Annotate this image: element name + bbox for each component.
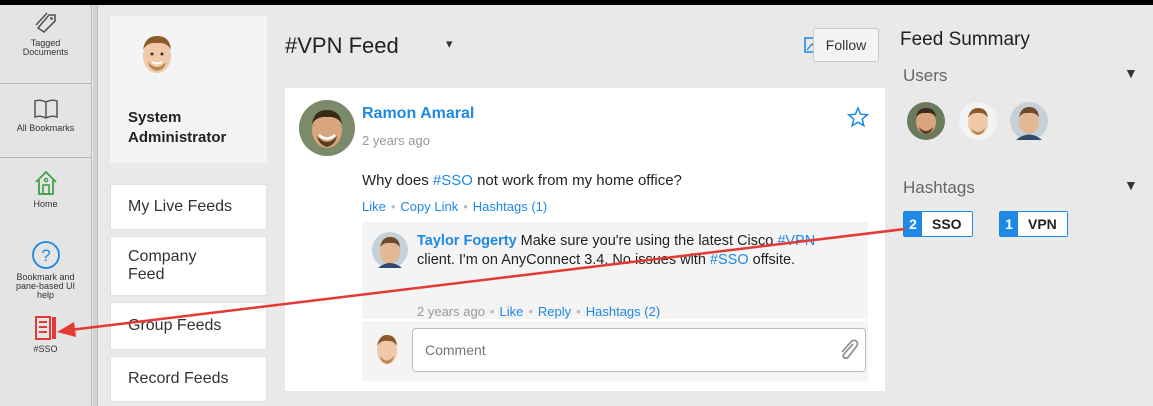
reply-body: client. I'm on AnyConnect 3.4. No issues… <box>417 252 710 268</box>
like-link[interactable]: Like <box>500 304 524 319</box>
rail-label: Home <box>33 199 58 209</box>
hashtag-count: 1 <box>1000 212 1018 236</box>
nav-label-line: Company <box>128 248 197 265</box>
hashtag-label: SSO <box>922 212 972 236</box>
left-rail: Tagged Documents All Bookmarks Home ? Bo… <box>0 5 92 406</box>
rail-item-all-bookmarks[interactable]: All Bookmarks <box>0 97 91 133</box>
help-icon: ? <box>31 241 60 269</box>
rail-label: #SSO <box>33 344 58 354</box>
feed-title[interactable]: #VPN Feed <box>285 33 399 59</box>
rail-item-sso-feed[interactable]: #SSO <box>0 314 91 354</box>
profile-card: System Administrator <box>110 16 267 163</box>
rail-item-tagged-documents[interactable]: Tagged Documents <box>0 10 91 57</box>
reply: Taylor Fogerty Make sure you're using th… <box>362 222 868 319</box>
post-author[interactable]: Ramon Amaral <box>362 105 474 123</box>
reply-body: offsite. <box>748 252 796 268</box>
nav-record-feeds[interactable]: Record Feeds <box>110 356 267 402</box>
avatar[interactable] <box>907 102 945 140</box>
nav-label: Record Feeds <box>128 370 229 387</box>
post-card: Ramon Amaral 2 years ago Why does #SSO n… <box>285 88 885 391</box>
book-icon <box>33 99 58 119</box>
avatar[interactable] <box>299 100 355 156</box>
post-text: Why does <box>362 172 433 189</box>
top-border <box>0 0 1153 5</box>
chevron-down-icon[interactable]: ▾ <box>446 36 453 52</box>
rail-item-help[interactable]: ? Bookmark and pane-based UI help <box>0 240 91 300</box>
rail-label: help <box>36 290 54 300</box>
post-text: not work from my home office? <box>472 172 682 189</box>
copy-link[interactable]: Copy Link <box>400 199 458 214</box>
tag-icon <box>34 12 56 34</box>
like-link[interactable]: Like <box>362 199 386 214</box>
reply-meta: 2 years ago • Like • Reply • Hashtags (2) <box>417 304 660 319</box>
rail-item-home[interactable]: Home <box>0 169 91 209</box>
hashtag-chip-vpn[interactable]: 1 VPN <box>999 211 1068 237</box>
hashtag-label: VPN <box>1018 212 1067 236</box>
nav-my-live-feeds[interactable]: My Live Feeds <box>110 184 267 230</box>
nav-label: My Live Feeds <box>128 198 233 215</box>
avatar[interactable] <box>372 232 408 268</box>
hashtags-link[interactable]: Hashtags (1) <box>473 199 547 214</box>
separator-dot: • <box>390 199 396 214</box>
hashtags-section-label: Hashtags <box>903 178 975 197</box>
nav-label: Group Feeds <box>128 317 222 334</box>
nav-company-feed[interactable]: Company Feed <box>110 236 267 296</box>
nav-group-feeds[interactable]: Group Feeds <box>110 302 267 350</box>
rail-divider <box>0 83 91 84</box>
svg-text:?: ? <box>41 246 50 265</box>
separator-dot: • <box>463 199 468 214</box>
avatar[interactable] <box>132 28 182 78</box>
collapse-triangle-icon[interactable]: ▼ <box>1124 177 1138 193</box>
hashtag-link[interactable]: #SSO <box>433 172 473 189</box>
avatar[interactable] <box>959 102 997 140</box>
post-body: Why does #SSO not work from my home offi… <box>362 172 682 189</box>
separator-dot: • <box>576 304 581 319</box>
rail-label: Documents <box>22 47 69 57</box>
profile-name-line: System <box>128 109 182 126</box>
avatar[interactable] <box>372 331 402 369</box>
post-actions: Like • Copy Link • Hashtags (1) <box>362 199 547 214</box>
paperclip-icon[interactable] <box>837 338 859 362</box>
star-icon[interactable] <box>847 106 869 128</box>
follow-button[interactable]: Follow <box>813 28 879 62</box>
rail-divider <box>0 157 91 158</box>
hashtags-link[interactable]: Hashtags (2) <box>586 304 660 319</box>
hashtag-count: 2 <box>904 212 922 236</box>
hashtag-chip-sso[interactable]: 2 SSO <box>903 211 973 237</box>
profile-name: System Administrator <box>128 108 258 148</box>
reply-author[interactable]: Taylor Fogerty <box>417 233 517 249</box>
nav-label-line: Feed <box>128 266 165 283</box>
rail-label: All Bookmarks <box>16 123 75 133</box>
avatar[interactable] <box>1010 102 1048 140</box>
comment-row <box>362 321 868 381</box>
profile-name-line: Administrator <box>128 129 227 146</box>
reply-text: Taylor Fogerty Make sure you're using th… <box>417 232 857 270</box>
home-icon <box>34 170 57 195</box>
rail-splitter[interactable] <box>93 5 98 406</box>
hashtag-link[interactable]: #SSO <box>710 252 749 268</box>
feed-icon <box>34 316 56 340</box>
summary-title: Feed Summary <box>900 29 1030 50</box>
comment-input[interactable] <box>412 328 866 372</box>
users-section-label: Users <box>903 66 948 85</box>
nav-label: Company Feed <box>128 248 196 284</box>
reply-body: Make sure you're using the latest Cisco <box>516 233 778 249</box>
reply-link[interactable]: Reply <box>538 304 571 319</box>
post-timestamp: 2 years ago <box>362 133 430 148</box>
collapse-triangle-icon[interactable]: ▼ <box>1124 65 1138 81</box>
reply-timestamp: 2 years ago <box>417 304 485 319</box>
hashtag-link[interactable]: #VPN <box>777 233 815 249</box>
separator-dot: • <box>528 304 533 319</box>
separator-dot: • <box>489 304 495 319</box>
